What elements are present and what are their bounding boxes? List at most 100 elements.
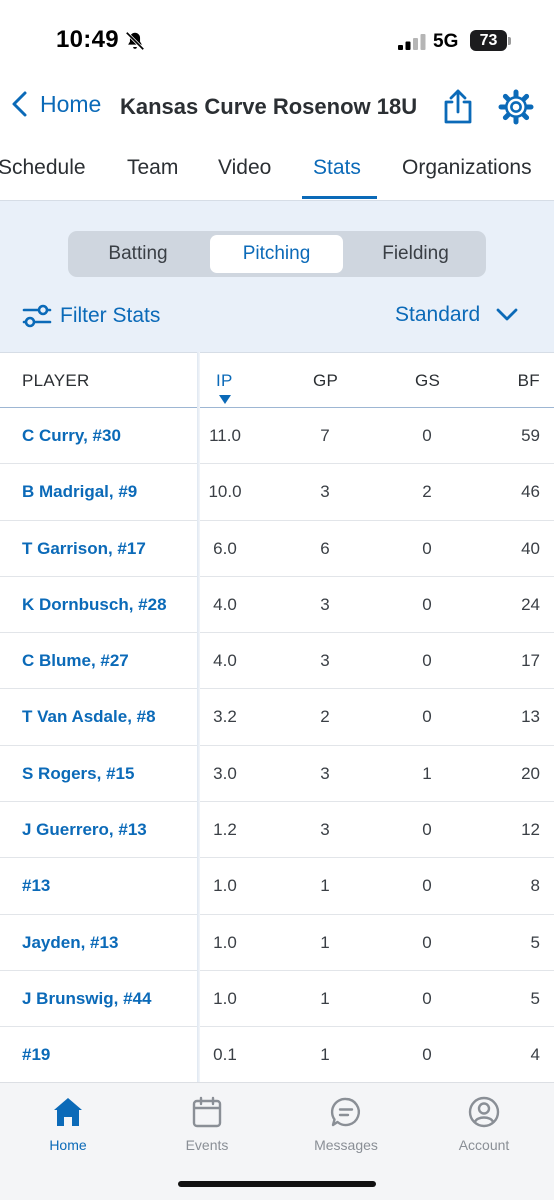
share-icon[interactable] bbox=[440, 88, 476, 126]
player-name-cell[interactable]: Jayden, #13 bbox=[22, 933, 118, 953]
home-icon bbox=[54, 1098, 82, 1126]
pitching-stats-table: PLAYER IP GP GS BF C Curry, #30 11.0 7 0 59 B… bbox=[0, 352, 554, 1084]
tabbar-home[interactable]: Home bbox=[13, 1095, 123, 1153]
player-name-cell[interactable]: J Guerrero, #13 bbox=[22, 820, 147, 840]
tab-team[interactable]: Team bbox=[127, 156, 178, 180]
gp-cell: 1 bbox=[320, 876, 330, 896]
table-row[interactable]: J Guerrero, #13 1.2 3 0 12 bbox=[0, 802, 554, 859]
player-name-cell[interactable]: C Blume, #27 bbox=[22, 651, 129, 671]
tabbar-messages-label: Messages bbox=[314, 1137, 378, 1153]
view-type-select[interactable]: Standard bbox=[395, 303, 518, 327]
ip-cell: 10.0 bbox=[208, 482, 242, 502]
gs-cell: 0 bbox=[422, 988, 432, 1008]
gp-cell: 1 bbox=[320, 932, 330, 952]
bf-cell: 5 bbox=[530, 988, 540, 1008]
bf-cell: 12 bbox=[521, 820, 540, 840]
nav-header: Home Kansas Curve Rosenow 18U bbox=[0, 80, 554, 136]
table-row[interactable]: C Curry, #30 11.0 7 0 59 bbox=[0, 408, 554, 465]
tabbar-account[interactable]: Account bbox=[429, 1095, 539, 1153]
tabbar-messages[interactable]: Messages bbox=[291, 1095, 401, 1153]
ip-cell: 3.0 bbox=[213, 763, 237, 783]
chevron-left-icon bbox=[12, 91, 27, 117]
gs-cell: 0 bbox=[422, 538, 432, 558]
tab-stats[interactable]: Stats bbox=[313, 156, 361, 180]
stats-controls: Batting Pitching Fielding Filter Stats S… bbox=[0, 200, 554, 352]
filter-stats-label: Filter Stats bbox=[60, 304, 161, 327]
bf-cell: 13 bbox=[521, 707, 540, 727]
gs-cell: 0 bbox=[422, 651, 432, 671]
column-header-ip[interactable]: IP bbox=[216, 371, 233, 391]
table-header: PLAYER IP GP GS BF bbox=[0, 352, 554, 408]
table-body: C Curry, #30 11.0 7 0 59 B Madrigal, #9 10.0 3 2… bbox=[0, 408, 554, 1084]
table-row[interactable]: T Garrison, #17 6.0 6 0 40 bbox=[0, 521, 554, 577]
segment-fielding[interactable]: Fielding bbox=[349, 235, 482, 273]
column-header-gs[interactable]: GS bbox=[415, 371, 440, 391]
player-name-cell[interactable]: K Dornbusch, #28 bbox=[22, 595, 167, 615]
tabbar-events-label: Events bbox=[185, 1137, 229, 1153]
tab-organizations[interactable]: Organizations bbox=[402, 156, 532, 180]
tab-video[interactable]: Video bbox=[218, 156, 271, 180]
gp-cell: 3 bbox=[320, 820, 330, 840]
ip-cell: 1.2 bbox=[213, 820, 237, 840]
gp-cell: 3 bbox=[320, 651, 330, 671]
filter-stats-button[interactable]: Filter Stats bbox=[22, 303, 160, 329]
gs-cell: 0 bbox=[422, 594, 432, 614]
column-header-gp[interactable]: GP bbox=[313, 371, 338, 391]
gp-cell: 2 bbox=[320, 707, 330, 727]
ip-cell: 1.0 bbox=[213, 876, 237, 896]
page-title: Kansas Curve Rosenow 18U bbox=[120, 94, 418, 119]
account-icon bbox=[468, 1096, 500, 1128]
player-name-cell[interactable]: #13 bbox=[22, 876, 50, 896]
player-name-cell[interactable]: J Brunswig, #44 bbox=[22, 989, 151, 1009]
bf-cell: 5 bbox=[530, 932, 540, 952]
gp-cell: 3 bbox=[320, 763, 330, 783]
sort-down-icon bbox=[219, 395, 231, 404]
player-name-cell[interactable]: S Rogers, #15 bbox=[22, 764, 134, 784]
tabbar-account-label: Account bbox=[458, 1137, 510, 1153]
bell-slash-icon bbox=[125, 31, 145, 51]
gear-icon[interactable] bbox=[498, 89, 534, 125]
column-header-player[interactable]: PLAYER bbox=[22, 371, 90, 391]
table-row[interactable]: C Blume, #27 4.0 3 0 17 bbox=[0, 633, 554, 690]
table-row[interactable]: S Rogers, #15 3.0 3 1 20 bbox=[0, 746, 554, 803]
battery-icon: 73 bbox=[470, 30, 507, 51]
player-name-cell[interactable]: #19 bbox=[22, 1045, 50, 1065]
gp-cell: 7 bbox=[320, 426, 330, 445]
gp-cell: 3 bbox=[320, 482, 330, 502]
table-row[interactable]: #13 1.0 1 0 8 bbox=[0, 858, 554, 915]
ip-cell: 4.0 bbox=[213, 651, 237, 671]
tabbar-events[interactable]: Events bbox=[152, 1095, 262, 1153]
segment-batting[interactable]: Batting bbox=[72, 235, 204, 273]
gp-cell: 1 bbox=[320, 988, 330, 1008]
gs-cell: 0 bbox=[422, 820, 432, 840]
bf-cell: 46 bbox=[521, 482, 540, 502]
calendar-icon bbox=[192, 1096, 222, 1128]
table-row[interactable]: #19 0.1 1 0 4 bbox=[0, 1027, 554, 1084]
table-row[interactable]: Jayden, #13 1.0 1 0 5 bbox=[0, 915, 554, 971]
ip-cell: 3.2 bbox=[213, 707, 237, 727]
table-row[interactable]: K Dornbusch, #28 4.0 3 0 24 bbox=[0, 577, 554, 634]
bf-cell: 40 bbox=[521, 538, 540, 558]
status-time: 10:49 bbox=[56, 26, 119, 53]
player-name-cell[interactable]: T Garrison, #17 bbox=[22, 539, 146, 559]
column-header-bf[interactable]: BF bbox=[518, 371, 540, 391]
back-button[interactable]: Home bbox=[10, 90, 101, 118]
segment-pitching[interactable]: Pitching bbox=[210, 235, 343, 273]
chat-icon bbox=[330, 1097, 360, 1127]
gp-cell: 3 bbox=[320, 594, 330, 614]
player-name-cell[interactable]: B Madrigal, #9 bbox=[22, 482, 137, 502]
ip-cell: 1.0 bbox=[213, 932, 237, 952]
home-indicator bbox=[178, 1181, 376, 1187]
ip-cell: 6.0 bbox=[213, 538, 237, 558]
table-row[interactable]: B Madrigal, #9 10.0 3 2 46 bbox=[0, 464, 554, 521]
signal-icon bbox=[398, 34, 426, 50]
gp-cell: 1 bbox=[320, 1045, 330, 1065]
filter-sliders-icon bbox=[22, 304, 52, 328]
tab-schedule[interactable]: Schedule bbox=[0, 156, 86, 180]
active-tab-indicator bbox=[302, 196, 377, 199]
table-row[interactable]: J Brunswig, #44 1.0 1 0 5 bbox=[0, 971, 554, 1028]
table-row[interactable]: T Van Asdale, #8 3.2 2 0 13 bbox=[0, 689, 554, 746]
player-name-cell[interactable]: T Van Asdale, #8 bbox=[22, 707, 156, 727]
player-name-cell[interactable]: C Curry, #30 bbox=[22, 426, 121, 446]
gs-cell: 0 bbox=[422, 876, 432, 896]
